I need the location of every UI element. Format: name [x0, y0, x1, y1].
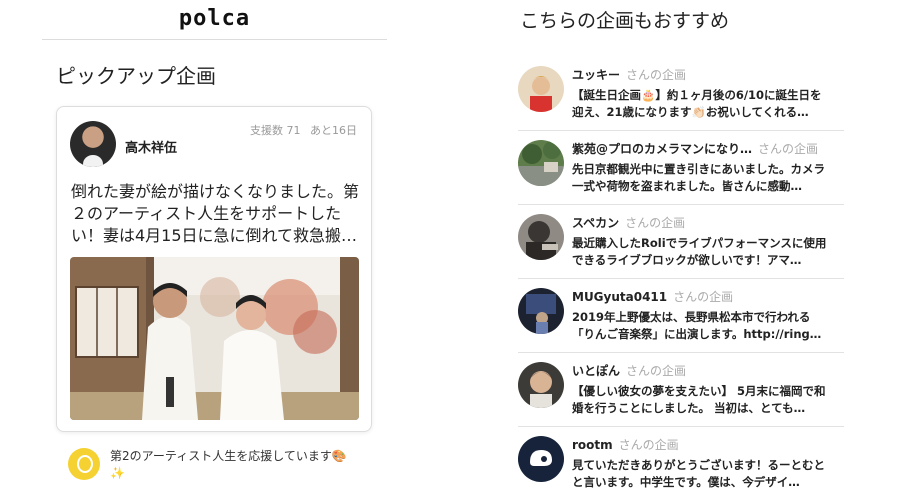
- avatar: [518, 288, 564, 334]
- avatar: [518, 362, 564, 408]
- supporters-count: 支援数 71: [250, 124, 301, 137]
- pickup-section-title: ピックアップ企画: [56, 64, 216, 88]
- list-item-suffix: さんの企画: [618, 438, 679, 452]
- days-remaining: あと16日: [310, 124, 357, 137]
- avatar: [518, 140, 564, 186]
- list-item-suffix: さんの企画: [673, 290, 734, 304]
- list-item[interactable]: MUGyuta0411 さんの企画 2019年上野優太は、長野県松本市で行われる「…: [518, 279, 844, 353]
- list-item-suffix: さんの企画: [626, 68, 687, 82]
- list-item-name: MUGyuta0411: [572, 290, 668, 304]
- project-description: 倒れた妻が絵が描けなくなりました。第２のアーティスト人生をサポートしたい！妻は4…: [71, 182, 360, 245]
- support-message-text: 第2のアーティスト人生を応援しています🎨✨: [110, 449, 347, 480]
- list-item-description: 2019年上野優太は、長野県松本市で行われる「りんご音楽祭」に出演します。htt…: [572, 310, 822, 341]
- polca-logo[interactable]: polca: [42, 0, 387, 40]
- recommendations-panel: こちらの企画もおすすめ ユッキー さんの企画 【誕生日企画🎂】約１ヶ月後の6/10…: [500, 0, 900, 500]
- project-stats: 支援数 71 あと16日: [244, 122, 357, 138]
- avatar: [518, 436, 564, 482]
- project-owner-avatar: [70, 121, 116, 167]
- list-item-description: 見ていただきありがとうございます！るーとむとと言います。中学生です。僕は、今デザ…: [572, 458, 825, 489]
- wedding-photo-image: [70, 257, 359, 420]
- list-item-description: 【誕生日企画🎂】約１ヶ月後の6/10に誕生日を迎え、21歳になります👏🏻お祝いし…: [572, 88, 822, 119]
- support-message: 第2のアーティスト人生を応援しています🎨✨: [68, 446, 368, 486]
- list-item-name: いとぽん: [572, 364, 621, 378]
- list-item-description: 最近購入したRoliでライブパフォーマンスに使用できるライブブロックが欲しいです…: [572, 236, 827, 267]
- project-owner-name: 高木祥伍: [125, 141, 178, 156]
- list-item-suffix: さんの企画: [625, 216, 686, 230]
- list-item[interactable]: ユッキー さんの企画 【誕生日企画🎂】約１ヶ月後の6/10に誕生日を迎え、21歳に…: [518, 57, 844, 131]
- list-item[interactable]: いとぽん さんの企画 【優しい彼女の夢を支えたい】 5月末に福岡で和婚を行うことに…: [518, 353, 844, 427]
- avatar: [518, 66, 564, 112]
- list-item[interactable]: スペカン さんの企画 最近購入したRoliでライブパフォーマンスに使用できるライブ…: [518, 205, 844, 279]
- list-item-name: rootm: [572, 438, 613, 452]
- avatar: [518, 214, 564, 260]
- list-item-suffix: さんの企画: [626, 364, 687, 378]
- list-item-description: 【優しい彼女の夢を支えたい】 5月末に福岡で和婚を行うことにしました。 当初は、…: [572, 384, 826, 415]
- list-item-name: 紫苑@プロのカメラマンになり…: [572, 142, 753, 156]
- list-item-description: 先日京都観光中に置き引きにあいました。カメラ一式や荷物を盗まれました。皆さんに感…: [572, 162, 825, 193]
- project-photo: [70, 257, 359, 420]
- pickup-panel: polca ピックアップ企画 高木祥伍 支援数 71 あと16日 倒れた妻が絵が…: [0, 0, 430, 500]
- list-item[interactable]: 紫苑@プロのカメラマンになり… さんの企画 先日京都観光中に置き引きにあいました。…: [518, 131, 844, 205]
- recommendations-list: ユッキー さんの企画 【誕生日企画🎂】約１ヶ月後の6/10に誕生日を迎え、21歳に…: [518, 57, 844, 500]
- list-item-name: ユッキー: [572, 68, 621, 82]
- polca-coin-icon: [68, 448, 100, 480]
- recommendations-title: こちらの企画もおすすめ: [520, 10, 730, 32]
- list-item[interactable]: rootm さんの企画 見ていただきありがとうございます！るーとむとと言います。中…: [518, 427, 844, 500]
- list-item-name: スペカン: [572, 216, 620, 230]
- pickup-project-card[interactable]: 高木祥伍 支援数 71 あと16日 倒れた妻が絵が描けなくなりました。第２のアー…: [56, 106, 372, 432]
- list-item-suffix: さんの企画: [758, 142, 819, 156]
